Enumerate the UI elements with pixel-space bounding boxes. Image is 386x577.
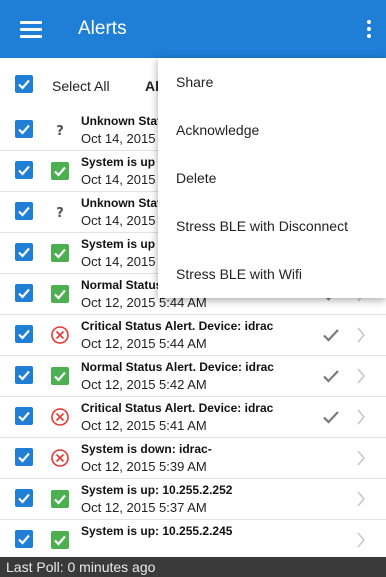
status-critical-icon bbox=[50, 407, 70, 427]
check-icon bbox=[18, 206, 30, 217]
alert-title: System is down: idrac- bbox=[81, 442, 212, 456]
status-ok-icon bbox=[50, 489, 70, 509]
alert-row[interactable]: System is up: 10.255.2.245 bbox=[0, 520, 386, 561]
alert-checkbox[interactable] bbox=[15, 161, 33, 179]
alert-title: System is up bbox=[81, 237, 156, 251]
alert-row[interactable]: Normal Status Alert. Device: idrac Oct 12… bbox=[0, 356, 386, 397]
alert-date: Oct 14, 2015 bbox=[81, 254, 156, 269]
status-ok-icon bbox=[50, 284, 70, 304]
overflow-menu: Share Acknowledge Delete Stress BLE with Di… bbox=[158, 58, 386, 298]
alert-checkbox[interactable] bbox=[15, 530, 33, 548]
alert-checkbox[interactable] bbox=[15, 407, 33, 425]
status-critical-icon bbox=[50, 325, 70, 345]
menu-item-acknowledge[interactable]: Acknowledge bbox=[158, 106, 386, 154]
menu-item-share[interactable]: Share bbox=[158, 58, 386, 106]
alert-title: System is up: 10.255.2.252 bbox=[81, 483, 233, 497]
check-icon bbox=[18, 493, 30, 504]
status-ok-icon bbox=[50, 161, 70, 181]
select-all-label: Select All bbox=[52, 78, 110, 94]
alert-date: Oct 12, 2015 5:41 AM bbox=[81, 418, 207, 433]
check-icon bbox=[18, 452, 30, 463]
alert-checkbox[interactable] bbox=[15, 243, 33, 261]
status-ok-icon bbox=[50, 243, 70, 263]
alert-row[interactable]: Critical Status Alert. Device: idrac Oct … bbox=[0, 315, 386, 356]
alert-title: Critical Status Alert. Device: idrac bbox=[81, 401, 274, 415]
alert-date: Oct 12, 2015 5:42 AM bbox=[81, 377, 207, 392]
menu-item-delete[interactable]: Delete bbox=[158, 154, 386, 202]
chevron-right-icon[interactable] bbox=[356, 408, 366, 426]
alert-row[interactable]: System is up: 10.255.2.252 Oct 12, 2015 5… bbox=[0, 479, 386, 520]
alert-row[interactable]: System is down: idrac- Oct 12, 2015 5:39 … bbox=[0, 438, 386, 479]
acknowledged-check-icon bbox=[322, 327, 340, 343]
alert-checkbox[interactable] bbox=[15, 325, 33, 343]
app-bar: Alerts bbox=[0, 0, 386, 58]
check-icon bbox=[18, 165, 30, 176]
alert-date: Oct 14, 2015 bbox=[81, 172, 156, 187]
hamburger-icon[interactable] bbox=[20, 20, 44, 38]
last-poll-footer: Last Poll: 0 minutes ago bbox=[0, 557, 386, 577]
chevron-right-icon[interactable] bbox=[356, 490, 366, 508]
status-unknown-icon: ? bbox=[50, 202, 70, 222]
alert-checkbox[interactable] bbox=[15, 489, 33, 507]
menu-item-stress-ble-with-disconnect[interactable]: Stress BLE with Disconnect bbox=[158, 202, 386, 250]
status-unknown-icon: ? bbox=[50, 120, 70, 140]
alert-date: Oct 12, 2015 5:37 AM bbox=[81, 500, 207, 515]
last-poll-text: Last Poll: 0 minutes ago bbox=[6, 559, 156, 575]
alert-row[interactable]: Critical Status Alert. Device: idrac Oct … bbox=[0, 397, 386, 438]
check-icon bbox=[18, 79, 30, 90]
check-icon bbox=[18, 124, 30, 135]
page-title: Alerts bbox=[78, 18, 127, 39]
alert-checkbox[interactable] bbox=[15, 366, 33, 384]
alert-title: System is up: 10.255.2.245 bbox=[81, 524, 233, 538]
alert-title: Normal Status bbox=[81, 278, 163, 292]
more-vertical-icon[interactable] bbox=[366, 20, 372, 40]
status-ok-icon bbox=[50, 366, 70, 386]
status-critical-icon bbox=[50, 448, 70, 468]
menu-item-stress-ble-with-wifi[interactable]: Stress BLE with Wifi bbox=[158, 250, 386, 298]
alert-checkbox[interactable] bbox=[15, 284, 33, 302]
alert-checkbox[interactable] bbox=[15, 448, 33, 466]
acknowledged-check-icon bbox=[322, 368, 340, 384]
svg-text:?: ? bbox=[56, 124, 64, 139]
chevron-right-icon[interactable] bbox=[356, 326, 366, 344]
alert-title: System is up bbox=[81, 155, 156, 169]
chevron-right-icon[interactable] bbox=[356, 367, 366, 385]
acknowledged-check-icon bbox=[322, 409, 340, 425]
svg-text:?: ? bbox=[56, 206, 64, 221]
check-icon bbox=[18, 411, 30, 422]
check-icon bbox=[18, 288, 30, 299]
alert-date: Oct 14, 2015 bbox=[81, 213, 156, 228]
chevron-right-icon[interactable] bbox=[356, 449, 366, 467]
check-icon bbox=[18, 247, 30, 258]
check-icon bbox=[18, 329, 30, 340]
check-icon bbox=[18, 370, 30, 381]
select-all-checkbox[interactable] bbox=[15, 75, 33, 93]
alert-date: Oct 14, 2015 bbox=[81, 131, 156, 146]
alert-checkbox[interactable] bbox=[15, 120, 33, 138]
alert-date: Oct 12, 2015 5:39 AM bbox=[81, 459, 207, 474]
check-icon bbox=[18, 534, 30, 545]
alert-date: Oct 12, 2015 5:44 AM bbox=[81, 336, 207, 351]
status-ok-icon bbox=[50, 530, 70, 550]
alert-title: Critical Status Alert. Device: idrac bbox=[81, 319, 274, 333]
alert-checkbox[interactable] bbox=[15, 202, 33, 220]
chevron-right-icon[interactable] bbox=[356, 531, 366, 549]
alert-title: Normal Status Alert. Device: idrac bbox=[81, 360, 274, 374]
